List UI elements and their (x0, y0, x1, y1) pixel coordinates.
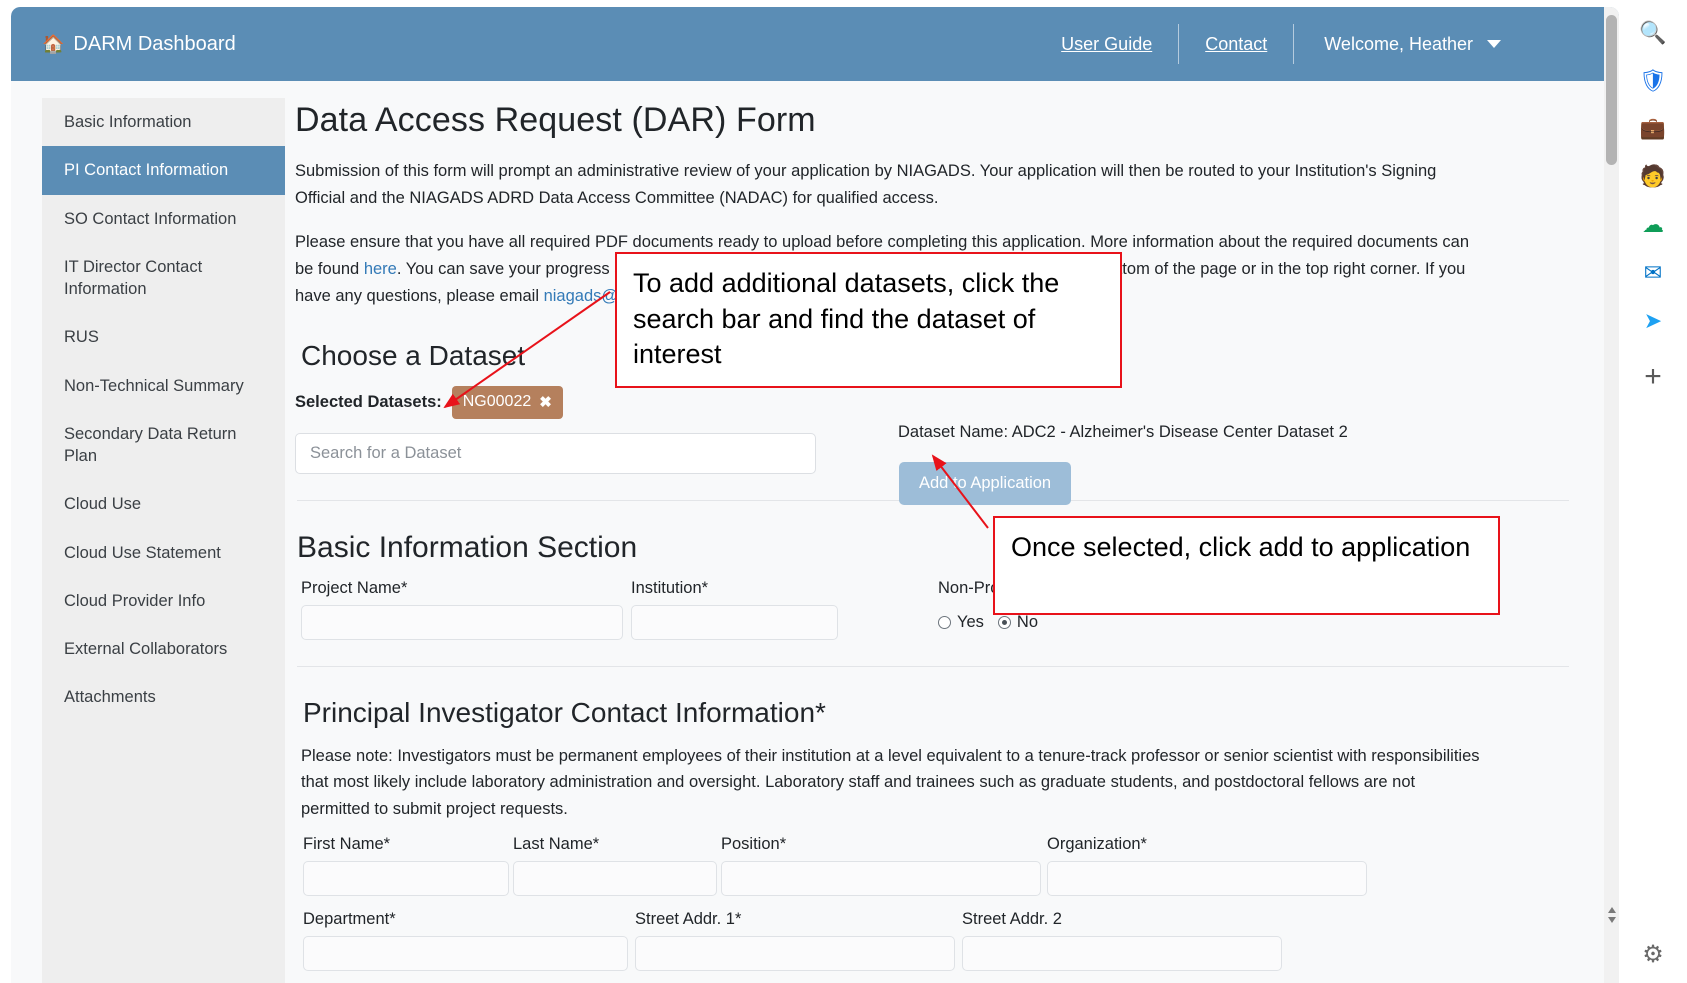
dataset-badge-id: NG00022 (462, 392, 532, 410)
dataset-name-text: Dataset Name: ADC2 - Alzheimer's Disease… (898, 422, 1348, 441)
brand-label: DARM Dashboard (73, 32, 236, 55)
outlook-icon[interactable]: ✉ (1636, 256, 1670, 290)
nav-user-guide[interactable]: User Guide (1035, 23, 1178, 65)
dataset-search-row: Dataset Name: ADC2 - Alzheimer's Disease… (295, 423, 1571, 505)
scrollbar-thumb[interactable] (1606, 15, 1617, 165)
intro-paragraph-1: Submission of this form will prompt an a… (295, 162, 1437, 207)
pi-row-1: First Name* Last Name* Position* Organiz… (303, 835, 1571, 896)
gear-icon[interactable]: ⚙ (1642, 940, 1664, 969)
form-sidebar: Basic Information PI Contact Information… (42, 98, 285, 983)
sidebar-item-rus[interactable]: RUS (42, 313, 285, 361)
page-scrollbar[interactable] (1604, 7, 1619, 983)
label-street-addr-2: Street Addr. 2 (962, 909, 1062, 928)
os-right-rail: 🔍 🛡 💼 🧑 ☁ ✉ ➤ + ⚙ (1619, 0, 1687, 983)
sidebar-item-external-collaborators[interactable]: External Collaborators (42, 625, 285, 673)
radio-no-label: No (1016, 612, 1039, 631)
sidebar-item-it-director-contact-information[interactable]: IT Director Contact Information (42, 243, 285, 314)
brand-link[interactable]: 🏠 DARM Dashboard (42, 33, 236, 56)
sidebar-item-cloud-use[interactable]: Cloud Use (42, 480, 285, 528)
navbar-right: User Guide Contact Welcome, Heather (1035, 23, 1519, 65)
add-to-application-button[interactable]: Add to Application (899, 461, 1072, 505)
input-first-name[interactable] (303, 860, 509, 896)
input-street-addr-1[interactable] (635, 935, 955, 971)
field-institution: Institution* (631, 579, 838, 640)
input-position[interactable] (721, 860, 1041, 896)
sidebar-item-cloud-use-statement[interactable]: Cloud Use Statement (42, 529, 285, 577)
label-first-name: First Name* (303, 834, 391, 853)
field-street-addr-2: Street Addr. 2 (962, 910, 1282, 971)
browser-viewport: 🏠 DARM Dashboard User Guide Contact Welc… (11, 7, 1619, 983)
pi2-gap-2 (955, 910, 962, 971)
search-input[interactable] (295, 432, 816, 474)
dataset-info-block: Dataset Name: ADC2 - Alzheimer's Disease… (898, 423, 1348, 505)
field-last-name: Last Name* (513, 835, 717, 896)
field-organization: Organization* (1047, 835, 1367, 896)
dataset-badge[interactable]: NG00022 ✖ (451, 385, 563, 419)
user-menu-label: Welcome, Heather (1324, 34, 1473, 54)
input-project-name[interactable] (301, 604, 623, 640)
pi2-gap-1 (628, 910, 635, 971)
paper-plane-icon[interactable]: ➤ (1636, 304, 1670, 338)
nav-contact[interactable]: Contact (1179, 23, 1293, 65)
input-organization[interactable] (1047, 860, 1367, 896)
label-position: Position* (721, 834, 787, 853)
input-street-addr-2[interactable] (962, 935, 1282, 971)
sidebar-item-cloud-provider-info[interactable]: Cloud Provider Info (42, 577, 285, 625)
briefcase-icon[interactable]: 💼 (1636, 112, 1670, 146)
sidebar-item-basic-information[interactable]: Basic Information (42, 98, 285, 146)
label-street-addr-1: Street Addr. 1* (635, 909, 742, 928)
label-last-name: Last Name* (513, 834, 600, 853)
here-link[interactable]: here (364, 260, 397, 278)
radio-no[interactable] (997, 615, 1011, 629)
person-icon[interactable]: 🧑 (1636, 160, 1670, 194)
pi-note: Please note: Investigators must be perma… (301, 746, 1480, 819)
sidebar-item-pi-contact-information[interactable]: PI Contact Information (42, 146, 285, 195)
close-icon[interactable]: ✖ (539, 393, 552, 411)
page-title: Data Access Request (DAR) Form (295, 101, 816, 139)
cloud-icon[interactable]: ☁ (1636, 208, 1670, 242)
chevron-down-icon (1487, 40, 1501, 48)
annotation-box-search: To add additional datasets, click the se… (615, 252, 1122, 388)
section-divider-2 (297, 665, 1569, 667)
label-project-name: Project Name* (301, 578, 408, 597)
search-icon[interactable]: 🔍 (1636, 16, 1670, 50)
input-institution[interactable] (631, 604, 838, 640)
input-department[interactable] (303, 935, 628, 971)
top-navbar: 🏠 DARM Dashboard User Guide Contact Welc… (11, 7, 1619, 81)
field-project-name: Project Name* (301, 579, 623, 640)
sidebar-item-secondary-data-return-plan[interactable]: Secondary Data Return Plan (42, 410, 285, 481)
input-last-name[interactable] (513, 860, 717, 896)
field-position: Position* (721, 835, 1041, 896)
label-department: Department* (303, 909, 396, 928)
sidebar-item-non-technical-summary[interactable]: Non-Technical Summary (42, 362, 285, 410)
radio-yes[interactable] (938, 615, 951, 629)
selected-datasets-row: Selected Datasets: NG00022 ✖ (295, 385, 1571, 419)
shield-icon[interactable]: 🛡 (1636, 64, 1670, 98)
selected-datasets-label: Selected Datasets: (295, 392, 442, 411)
sidebar-item-so-contact-information[interactable]: SO Contact Information (42, 195, 285, 243)
radio-yes-label: Yes (957, 612, 984, 631)
sidebar-item-attachments[interactable]: Attachments (42, 673, 285, 721)
label-organization: Organization* (1047, 834, 1147, 853)
scroll-up-icon[interactable] (1608, 907, 1616, 913)
screen: 🏠 DARM Dashboard User Guide Contact Welc… (0, 0, 1687, 983)
user-menu[interactable]: Welcome, Heather (1294, 23, 1519, 65)
add-icon[interactable]: + (1644, 360, 1662, 394)
pi-contact-section-title: Principal Investigator Contact Informati… (303, 696, 826, 728)
field-first-name: First Name* (303, 835, 509, 896)
home-icon: 🏠 (42, 34, 65, 54)
field-street-addr-1: Street Addr. 1* (635, 910, 955, 971)
annotation-box-add: Once selected, click add to application (993, 516, 1500, 615)
field-department: Department* (303, 910, 628, 971)
scroll-down-icon[interactable] (1608, 917, 1616, 923)
pi-row-2: Department* Street Addr. 1* Street Addr.… (303, 910, 1571, 971)
label-institution: Institution* (631, 578, 709, 597)
